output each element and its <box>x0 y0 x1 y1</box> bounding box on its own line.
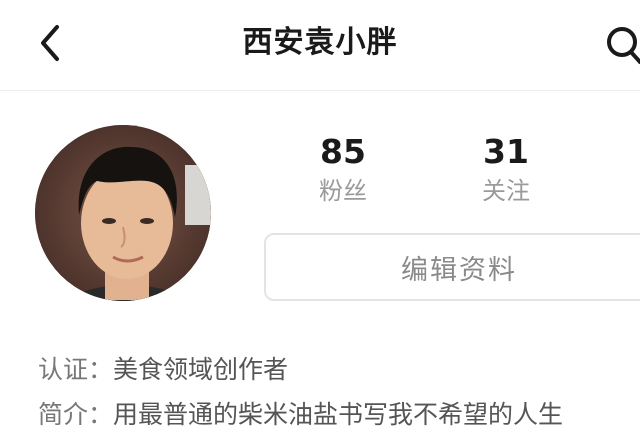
avatar-image <box>35 125 211 301</box>
top-bar: 西安袁小胖 <box>0 0 640 90</box>
following-stat[interactable]: 31 关注 <box>446 130 566 208</box>
edit-profile-button[interactable]: 编辑资料 <box>264 233 640 301</box>
header-divider <box>0 90 640 91</box>
followers-count: 85 <box>320 132 366 171</box>
following-count: 31 <box>483 132 529 171</box>
bio-key: 简介： <box>38 400 114 429</box>
avatar[interactable] <box>35 125 211 301</box>
page-title: 西安袁小胖 <box>242 25 398 60</box>
following-label: 关注 <box>482 177 530 205</box>
search-button[interactable] <box>600 22 640 66</box>
search-icon <box>607 27 640 64</box>
certification-key: 认证： <box>38 355 114 384</box>
followers-label: 粉丝 <box>319 177 367 205</box>
followers-stat[interactable]: 85 粉丝 <box>283 130 403 208</box>
bio-row: 简介：用最普通的柴米油盐书写我不希望的人生 <box>38 397 563 433</box>
certification-row: 认证：美食领域创作者 <box>38 352 288 388</box>
bio-value: 用最普通的柴米油盐书写我不希望的人生 <box>113 400 564 429</box>
certification-value: 美食领域创作者 <box>113 355 289 384</box>
